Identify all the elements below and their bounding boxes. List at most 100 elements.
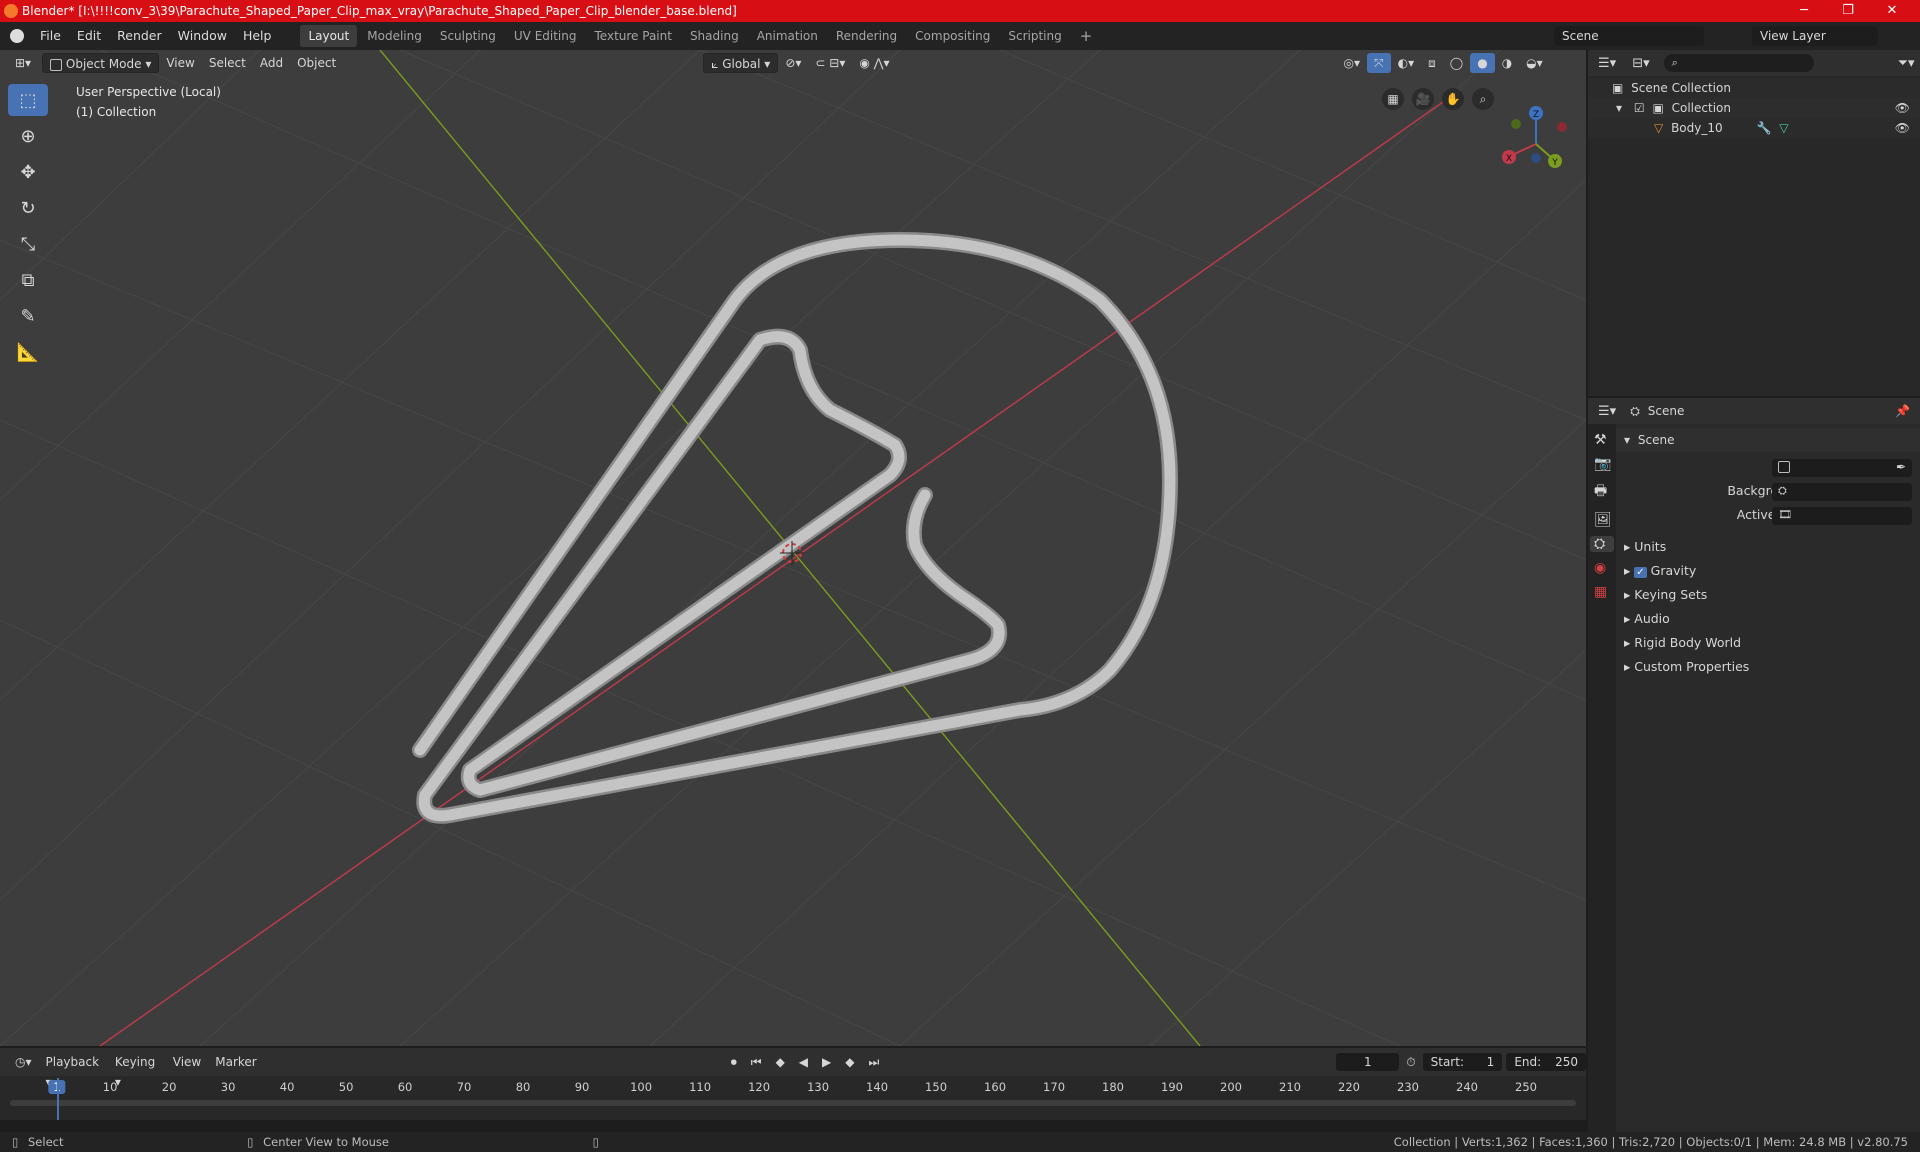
rotate-tool-icon[interactable]: ↻	[8, 192, 48, 224]
timeline-editor-icon[interactable]: ◷▾	[8, 1052, 39, 1072]
gizmo-toggle-icon[interactable]: ⤧	[1367, 53, 1391, 73]
maximize-button[interactable]: ❐	[1826, 0, 1870, 22]
measure-tool-icon[interactable]: 📐	[8, 336, 48, 368]
solid-shading-icon[interactable]: ●	[1470, 53, 1495, 73]
tab-rendering[interactable]: Rendering	[828, 25, 905, 47]
mode-dropdown[interactable]: Object Mode ▾	[42, 53, 160, 73]
display-mode-icon[interactable]: ⊟▾	[1632, 56, 1649, 71]
outliner-row-scene-collection[interactable]: ▣ Scene Collection	[1588, 78, 1920, 98]
section-gravity[interactable]: ▸ ✓ Gravity	[1616, 559, 1696, 583]
section-custom-properties[interactable]: ▸ Custom Properties	[1616, 655, 1749, 679]
proportional-edit-icon[interactable]: ◉ ⋀▾	[852, 53, 896, 73]
zoom-icon[interactable]: ⌕	[1472, 88, 1494, 110]
visibility-icon[interactable]: ◎▾	[1337, 53, 1368, 73]
pan-hand-icon[interactable]: ✋	[1442, 88, 1464, 110]
outliner-row-body[interactable]: ▽ Body_10 🔧 ▽ 👁	[1588, 118, 1920, 138]
tab-texture-paint[interactable]: Texture Paint	[587, 25, 680, 47]
xray-icon[interactable]: ⧈	[1421, 53, 1443, 73]
tab-scripting[interactable]: Scripting	[1000, 25, 1069, 47]
tab-uv-editing[interactable]: UV Editing	[506, 25, 585, 47]
editor-type-icon[interactable]: ⊞▾	[8, 53, 38, 73]
tab-sculpting[interactable]: Sculpting	[432, 25, 504, 47]
menu-edit[interactable]: Edit	[69, 23, 109, 49]
properties-editor-icon[interactable]: ☰▾	[1598, 404, 1616, 419]
timeline-ruler[interactable]: 1102030405060708090100110120130140150160…	[0, 1078, 1586, 1098]
section-audio[interactable]: ▸ Audio	[1616, 607, 1670, 631]
view-layer-tab-icon[interactable]: 🖼	[1594, 512, 1612, 528]
annotate-tool-icon[interactable]: ✎	[8, 300, 48, 332]
timeline-menu-marker[interactable]: Marker	[208, 1052, 263, 1072]
playhead[interactable]	[57, 1078, 59, 1120]
camera-field[interactable]: ✒	[1772, 459, 1912, 477]
scene-selector[interactable]: Scene	[1554, 26, 1704, 46]
start-frame-field[interactable]: Start: 1	[1422, 1053, 1503, 1071]
scene-panel-header[interactable]: ▾ Scene	[1616, 428, 1920, 452]
transform-tool-icon[interactable]: ⧉	[8, 264, 48, 296]
timeline-menu-view[interactable]: View	[166, 1052, 208, 1072]
toggle-perspective-icon[interactable]: ▦	[1382, 88, 1404, 110]
add-workspace-button[interactable]: +	[1072, 25, 1101, 47]
pin-icon[interactable]: 📌	[1895, 404, 1910, 418]
menu-window[interactable]: Window	[170, 23, 235, 49]
wireframe-shading-icon[interactable]: ◯	[1443, 53, 1470, 73]
current-frame-field[interactable]: 1	[1336, 1053, 1400, 1071]
tab-animation[interactable]: Animation	[749, 25, 826, 47]
collection-checkbox-icon[interactable]: ☑	[1634, 101, 1645, 115]
record-icon[interactable]: ⏺	[724, 1052, 744, 1072]
play-icon[interactable]: ▶	[815, 1052, 838, 1072]
section-units[interactable]: ▸ Units	[1616, 535, 1666, 559]
tab-compositing[interactable]: Compositing	[907, 25, 998, 47]
play-reverse-icon[interactable]: ◀	[792, 1052, 815, 1072]
scene-tab-icon[interactable]: ⛭	[1590, 536, 1614, 552]
tab-shading[interactable]: Shading	[682, 25, 747, 47]
collection-visibility-eye-icon[interactable]: 👁	[1895, 98, 1910, 118]
menu-help[interactable]: Help	[235, 23, 280, 49]
background-scene-field[interactable]: ⛭	[1772, 483, 1912, 501]
outliner-search-input[interactable]: ⌕	[1663, 54, 1814, 72]
jump-start-icon[interactable]: ⏮	[744, 1052, 769, 1072]
object-visibility-eye-icon[interactable]: 👁	[1895, 118, 1910, 138]
outliner-editor-icon[interactable]: ☰▾	[1598, 56, 1616, 71]
filter-icon[interactable]: ⏷▾	[1898, 56, 1915, 71]
gravity-checkbox[interactable]: ✓	[1634, 567, 1647, 578]
3d-viewport[interactable]: Z X Y ▦ 🎥 ✋ ⌕	[0, 50, 1586, 1046]
section-rigid-body-world[interactable]: ▸ Rigid Body World	[1616, 631, 1741, 655]
timeline-menu-playback[interactable]: Playback ▾	[39, 1052, 108, 1089]
close-button[interactable]: ✕	[1870, 0, 1914, 22]
section-keying-sets[interactable]: ▸ Keying Sets	[1616, 583, 1707, 607]
select-box-tool-icon[interactable]: ⬚	[8, 84, 48, 116]
camera-view-icon[interactable]: 🎥	[1412, 88, 1434, 110]
preview-range-icon[interactable]: ⏱	[1399, 1052, 1422, 1072]
texture-tab-icon[interactable]: ▦	[1594, 584, 1610, 600]
pivot-icon[interactable]: ⊘▾	[778, 53, 808, 73]
minimize-button[interactable]: ─	[1782, 0, 1826, 22]
render-tab-icon[interactable]: 📷	[1594, 456, 1611, 472]
transform-orientation-dropdown[interactable]: ⟀ Global ▾	[703, 53, 779, 73]
tab-modeling[interactable]: Modeling	[359, 25, 430, 47]
menu-file[interactable]: File	[32, 23, 69, 49]
eyedropper-icon[interactable]: ✒	[1896, 460, 1906, 474]
material-shading-icon[interactable]: ◑	[1495, 53, 1519, 73]
move-tool-icon[interactable]: ✥	[8, 156, 48, 188]
modifier-wrench-icon[interactable]: 🔧	[1756, 121, 1771, 135]
timeline-menu-keying[interactable]: Keying ▾	[108, 1052, 166, 1089]
active-movie-clip-field[interactable]: 🎞	[1772, 507, 1912, 525]
overlay-icon[interactable]: ◐▾	[1391, 53, 1422, 73]
outliner-row-collection[interactable]: ▾ ☑ ▣ Collection 👁	[1588, 98, 1920, 118]
cursor-tool-icon[interactable]: ⊕	[8, 120, 48, 152]
timeline-scrollbar[interactable]	[10, 1100, 1576, 1106]
end-frame-field[interactable]: End: 250	[1506, 1053, 1586, 1071]
next-keyframe-icon[interactable]: ◆	[838, 1052, 861, 1072]
world-tab-icon[interactable]: ◉	[1594, 560, 1610, 576]
jump-end-icon[interactable]: ⏭	[862, 1052, 887, 1072]
blender-menu-icon[interactable]	[10, 29, 24, 43]
rendered-shading-icon[interactable]: ◒▾	[1519, 53, 1550, 73]
viewport-menu-view[interactable]: View	[159, 53, 201, 73]
scale-tool-icon[interactable]: ⤡	[8, 228, 48, 260]
snap-icon[interactable]: ⊂ ⊟▾	[808, 53, 852, 73]
prev-keyframe-icon[interactable]: ◆	[769, 1052, 792, 1072]
collapse-arrow-icon[interactable]: ▾	[1616, 101, 1622, 115]
output-tab-icon[interactable]: 🖶	[1594, 480, 1610, 504]
view-layer-selector[interactable]: View Layer	[1752, 26, 1878, 46]
tool-tab-icon[interactable]: ⚒	[1594, 432, 1610, 448]
